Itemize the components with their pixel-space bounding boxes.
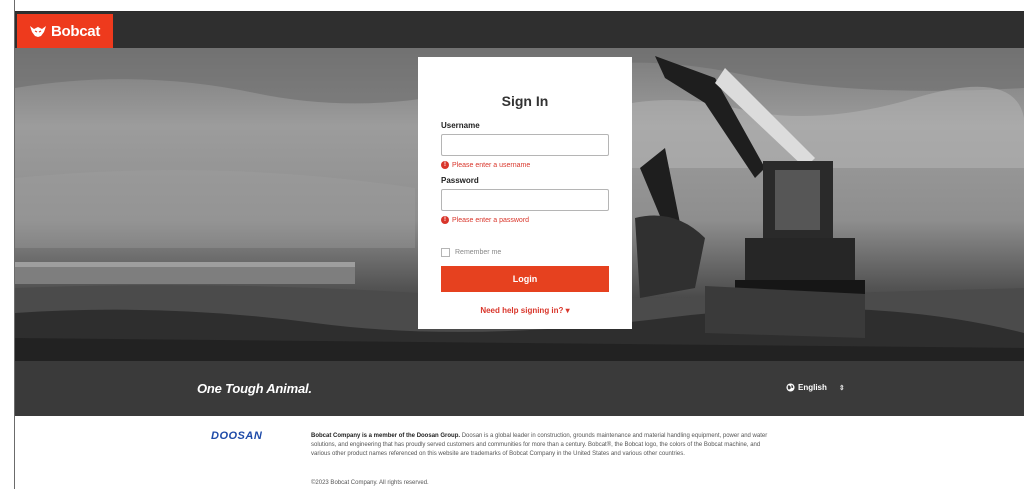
window-left-edge xyxy=(0,0,15,489)
bobcat-head-icon xyxy=(30,26,46,37)
doosan-logo[interactable]: DOOSAN xyxy=(211,430,262,442)
signin-card: Sign In Username ! Please enter a userna… xyxy=(418,57,632,329)
site-header: Bobcat xyxy=(15,12,1024,48)
password-error: ! Please enter a password xyxy=(441,216,609,224)
tagline-bar: One Tough Animal. English ⇕ xyxy=(15,361,1024,416)
footer-lead: Bobcat Company is a member of the Doosan… xyxy=(311,433,461,439)
brand-name: Bobcat xyxy=(51,22,101,40)
copyright: ©2023 Bobcat Company. All rights reserve… xyxy=(311,480,429,486)
language-label: English xyxy=(798,383,827,392)
footer-description: Bobcat Company is a member of the Doosan… xyxy=(311,432,771,459)
username-label: Username xyxy=(441,121,480,130)
site-footer: DOOSAN Bobcat Company is a member of the… xyxy=(15,416,1024,489)
username-error: ! Please enter a username xyxy=(441,161,609,169)
password-input[interactable] xyxy=(441,189,609,211)
remember-me-checkbox[interactable] xyxy=(441,248,450,257)
sort-arrows-icon: ⇕ xyxy=(838,384,845,392)
username-input[interactable] xyxy=(441,134,609,156)
tagline: One Tough Animal. xyxy=(197,381,312,396)
window-top-edge xyxy=(15,0,1024,12)
language-selector[interactable]: English ⇕ xyxy=(786,383,845,392)
password-error-text: Please enter a password xyxy=(452,216,530,224)
help-signin-link[interactable]: Need help signing in? ▾ xyxy=(441,306,609,315)
signin-title: Sign In xyxy=(501,93,549,109)
error-icon: ! xyxy=(441,216,449,224)
password-label: Password xyxy=(441,176,479,185)
bobcat-logo[interactable]: Bobcat xyxy=(17,14,113,48)
error-icon: ! xyxy=(441,161,449,169)
login-button[interactable]: Login xyxy=(441,266,609,292)
remember-me[interactable]: Remember me xyxy=(441,248,609,257)
remember-me-label: Remember me xyxy=(455,249,502,256)
username-error-text: Please enter a username xyxy=(452,161,531,169)
globe-icon xyxy=(786,383,795,392)
